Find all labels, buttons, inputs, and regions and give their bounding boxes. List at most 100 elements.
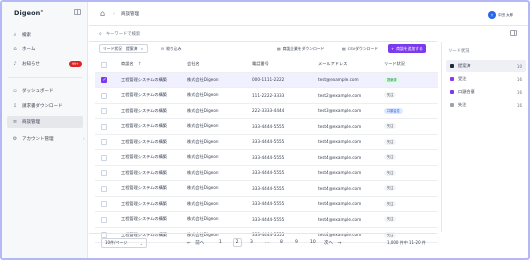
deal-name[interactable]: 工程管理システムの構築 <box>121 170 167 176</box>
user-name[interactable]: 中田 太郎 <box>498 13 513 18</box>
phone-number: 333-4444-5555 <box>252 139 285 145</box>
csv-download-label: CSVダウンロード <box>347 45 379 51</box>
status-filter-item[interactable]: 提案済 10 <box>446 60 526 72</box>
gear-icon: ⚙ <box>12 136 18 142</box>
row-checkbox[interactable] <box>101 154 107 161</box>
sort-arrow-icon[interactable]: ↑ <box>138 61 142 66</box>
deal-name[interactable]: 工程管理システムの構築 <box>121 92 167 98</box>
table-row[interactable]: 工程管理システムの構築 株式会社Digeon 333-4444-5555 test4@… <box>95 181 438 197</box>
deal-name[interactable]: 工程管理システムの構築 <box>121 185 167 191</box>
page-number[interactable]: 9 <box>295 240 298 245</box>
company-name: 株式会社Digeon <box>187 123 219 129</box>
close-icon[interactable]: × <box>140 46 143 51</box>
search-input[interactable]: キーワードで検索 <box>106 31 140 37</box>
status-filter-item[interactable]: 口頭合意 16 <box>446 86 526 98</box>
table-row[interactable]: 工程管理システムの構築 株式会社Digeon 333-4444-5555 test4@… <box>95 166 438 181</box>
page-number[interactable]: 1 <box>219 240 222 245</box>
status-badge: 提案済 <box>384 76 400 83</box>
download-companies-label: 商談企業をダウンロード <box>282 45 325 51</box>
table-row[interactable]: 工程管理システムの構築 株式会社Digeon 222-3333-4444 test3@… <box>95 104 438 119</box>
row-checkbox[interactable] <box>101 77 107 83</box>
company-name: 株式会社Digeon <box>187 154 219 160</box>
email-address: test4@example.com <box>318 123 362 129</box>
deal-name[interactable]: 工程管理システムの構築 <box>121 201 167 207</box>
table-row[interactable]: 工程管理システムの構築 株式会社Digeon 333-4444-5555 test4@… <box>95 197 438 212</box>
search-bar[interactable]: ⌕ キーワードで検索 <box>99 29 439 39</box>
table-row[interactable]: 工程管理システムの構築 株式会社Digeon 111-2222-3333 test2@… <box>95 88 438 104</box>
avatar[interactable]: 大 <box>488 11 496 19</box>
deal-name[interactable]: 工程管理システムの構築 <box>121 77 167 83</box>
status-badge: 失注 <box>384 169 397 176</box>
status-filter-label: 口頭合意 <box>458 89 475 94</box>
table-row[interactable]: 工程管理システムの構築 株式会社Digeon 000-1111-2222 test@e… <box>95 72 438 88</box>
chevron-right-icon: › <box>113 11 115 17</box>
email-address: test4@example.com <box>318 139 362 145</box>
row-checkbox[interactable] <box>101 170 107 176</box>
sidebar-item-invoice-download[interactable]: ⇩ 請求書ダウンロード <box>7 100 83 112</box>
page-number[interactable]: 10 <box>310 240 316 245</box>
sidebar-item-label: アカウント管理 <box>22 137 54 142</box>
status-filter-item[interactable]: 受注 16 <box>446 73 526 85</box>
download-companies-button[interactable]: ▤ 商談企業をダウンロード <box>274 44 327 53</box>
deal-name[interactable]: 工程管理システムの構築 <box>121 216 167 222</box>
plus-icon: + <box>391 46 395 51</box>
filter-chip-label: リード状況 <box>103 45 122 51</box>
header: ⌂ › 商談管理 大 中田 太郎 <box>89 2 528 26</box>
row-checkbox[interactable] <box>101 92 107 99</box>
column-label: 商談名 <box>121 61 134 67</box>
status-filter-count: 10 <box>516 63 522 69</box>
status-filter-item[interactable]: 失注 16 <box>446 99 526 111</box>
panel-toggle-icon[interactable] <box>510 30 517 36</box>
phone-number: 333-4444-5555 <box>252 170 285 176</box>
status-badge: 失注 <box>384 154 397 161</box>
deal-name[interactable]: 工程管理システムの構築 <box>121 123 167 129</box>
row-checkbox[interactable] <box>101 108 107 114</box>
arrow-right-icon: → <box>337 241 342 246</box>
deal-name[interactable]: 工程管理システムの構築 <box>121 154 167 160</box>
status-filter-label: 提案済 <box>458 63 471 68</box>
page-number[interactable]: 8 <box>280 240 283 245</box>
sidebar-item-home[interactable]: ⌂ ホーム <box>7 43 83 55</box>
email-address: test4@example.com <box>318 185 362 191</box>
page-ellipsis: ... <box>265 240 270 245</box>
select-all-checkbox[interactable] <box>101 61 107 68</box>
sidebar-item-search[interactable]: ⌕ 検索 <box>7 29 83 41</box>
column-header-name[interactable]: 商談名 ↑ <box>121 61 141 67</box>
csv-download-button[interactable]: ▤ CSVダウンロード <box>339 44 381 53</box>
status-badge: 失注 <box>384 123 397 130</box>
add-deal-button[interactable]: + 商談を追加する <box>388 44 426 53</box>
phone-number: 000-1111-2222 <box>252 77 285 83</box>
sidebar-item-notifications[interactable]: ♪ お知らせ 99+ <box>7 58 83 70</box>
app-logo[interactable]: Digeon® <box>14 9 44 17</box>
page-number[interactable]: 3 <box>250 240 253 245</box>
search-icon: ⌕ <box>13 32 17 38</box>
row-checkbox[interactable] <box>101 139 107 145</box>
sidebar-item-deals[interactable]: ≡ 商談管理 <box>7 116 83 128</box>
sidebar-collapse-icon[interactable] <box>74 9 81 15</box>
row-checkbox[interactable] <box>101 123 107 130</box>
page-number[interactable]: 2 <box>232 238 242 247</box>
email-address: test4@example.com <box>318 170 362 176</box>
row-checkbox[interactable] <box>101 185 107 192</box>
status-badge: 失注 <box>384 185 397 192</box>
email-address: test4@example.com <box>318 216 362 222</box>
sidebar-item-dashboard[interactable]: ▫ ダッシュボード <box>7 85 83 97</box>
table-row[interactable]: 工程管理システムの構築 株式会社Digeon 333-4444-5555 test4@… <box>95 212 438 228</box>
next-page-button[interactable]: 次へ → <box>324 240 341 246</box>
chevron-down-icon: ⌄ <box>139 240 143 246</box>
breadcrumb[interactable]: 商談管理 <box>121 11 139 17</box>
table-row[interactable]: 工程管理システムの構築 株式会社Digeon 333-4444-5555 test4@… <box>95 119 438 135</box>
table-row[interactable]: 工程管理システムの構築 株式会社Digeon 333-4444-5555 test4@… <box>95 150 438 166</box>
filter-chip[interactable]: リード状況 提案済 × <box>99 44 148 53</box>
row-checkbox[interactable] <box>101 216 107 223</box>
deal-name[interactable]: 工程管理システムの構築 <box>121 108 167 114</box>
deal-name[interactable]: 工程管理システムの構築 <box>121 139 167 145</box>
search-icon: ⌕ <box>99 31 102 37</box>
home-icon[interactable]: ⌂ <box>100 10 105 18</box>
sidebar-item-account[interactable]: ⚙ アカウント管理 › <box>7 133 85 145</box>
per-page-select[interactable]: 10件/ページ ⌄ <box>101 238 147 248</box>
row-checkbox[interactable] <box>101 201 107 207</box>
prev-page-button[interactable]: ← 前へ <box>187 240 204 246</box>
table-row[interactable]: 工程管理システムの構築 株式会社Digeon 333-4444-5555 test4@… <box>95 135 438 150</box>
add-filter-button[interactable]: ⊟ 絞り込み <box>158 44 184 53</box>
